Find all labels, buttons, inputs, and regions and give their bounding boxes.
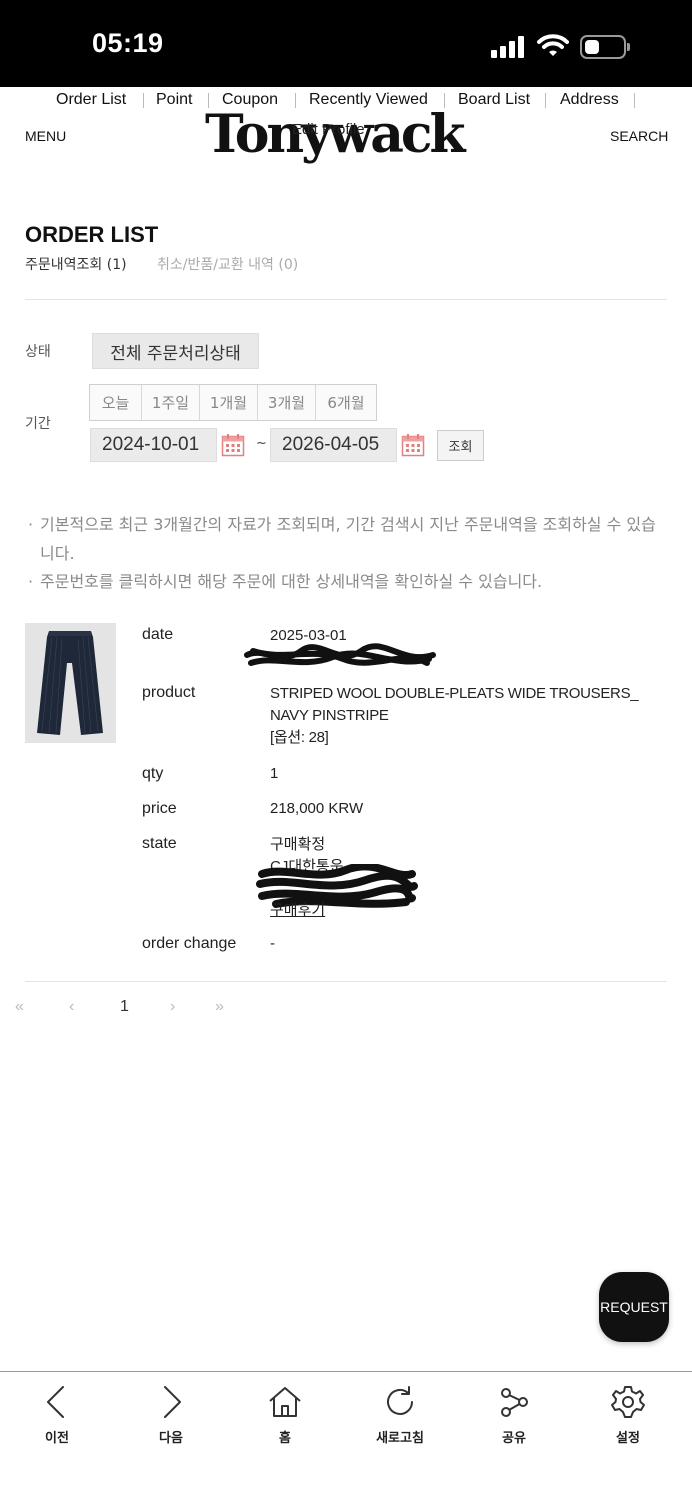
calendar-icon[interactable]	[221, 433, 245, 457]
page-number[interactable]: 1	[120, 998, 129, 1016]
order-date-value[interactable]: 2025-03-01	[270, 627, 347, 644]
last-page-button[interactable]: »	[215, 998, 224, 1016]
page-title: ORDER LIST	[25, 222, 159, 247]
search-orders-button[interactable]: 조회	[437, 430, 484, 461]
next-page-button[interactable]: ›	[170, 998, 175, 1016]
battery-icon	[580, 35, 630, 59]
nav-point[interactable]: Point	[156, 91, 192, 109]
range-1week-button[interactable]: 1주일	[142, 385, 200, 420]
tab-cancel-return-exchange[interactable]: 취소/반품/교환 내역 (0)	[157, 254, 298, 274]
calendar-icon[interactable]	[401, 433, 425, 457]
nav-address[interactable]: Address	[560, 91, 619, 109]
price-label: price	[142, 800, 177, 817]
product-label: product	[142, 684, 196, 701]
share-button[interactable]: 공유	[474, 1384, 554, 1446]
request-button[interactable]: REQUEST	[599, 1272, 669, 1342]
browser-bottom-bar: 이전 다음 홈 새로고침 공유 설정	[0, 1371, 692, 1500]
date-label: date	[142, 626, 174, 643]
forward-button[interactable]: 다음	[131, 1384, 211, 1446]
home-icon	[269, 1387, 301, 1417]
divider	[25, 981, 667, 982]
refresh-icon	[387, 1386, 413, 1415]
order-change-value: -	[270, 935, 275, 952]
signal-icon	[491, 36, 524, 58]
nav-edit-profile[interactable]: Edit Profile	[292, 121, 365, 138]
trousers-image	[25, 623, 116, 743]
nav-board-list[interactable]: Board List	[458, 91, 530, 109]
notice-item: · 기본적으로 최근 3개월간의 자료가 조회되며, 기간 검색시 지난 주문내…	[28, 510, 668, 568]
end-date-input[interactable]: 2026-04-05	[270, 428, 397, 462]
tab-order-history[interactable]: 주문내역조회 (1)	[25, 254, 127, 274]
write-review-link[interactable]: 구매후기	[270, 899, 325, 920]
gear-icon	[611, 1386, 645, 1418]
qty-value: 1	[270, 765, 279, 782]
share-icon	[501, 1388, 528, 1417]
home-button[interactable]: 홈	[245, 1384, 325, 1446]
nav-divider	[634, 93, 635, 108]
menu-button[interactable]: MENU	[25, 128, 66, 144]
refresh-button[interactable]: 새로고침	[360, 1384, 440, 1446]
product-name[interactable]: STRIPED WOOL DOUBLE-PLEATS WIDE TROUSERS…	[270, 683, 639, 749]
search-button[interactable]: SEARCH	[610, 128, 668, 144]
status-label: 상태	[25, 344, 51, 360]
range-6month-button[interactable]: 6개월	[316, 385, 376, 420]
order-state-value: 구매확정	[270, 836, 326, 853]
nav-divider	[545, 93, 546, 108]
period-label: 기간	[25, 416, 51, 432]
price-value: 218,000 KRW	[270, 800, 364, 817]
settings-button[interactable]: 설정	[588, 1384, 668, 1446]
range-1month-button[interactable]: 1개월	[200, 385, 258, 420]
start-date-input[interactable]: 2024-10-01	[90, 428, 217, 462]
state-label: state	[142, 835, 177, 852]
order-change-label: order change	[142, 935, 237, 952]
chevron-left-icon	[47, 1386, 64, 1418]
chevron-right-icon	[164, 1386, 181, 1418]
range-3month-button[interactable]: 3개월	[258, 385, 316, 420]
wifi-icon	[537, 34, 569, 56]
nav-divider	[143, 93, 144, 108]
order-status-select[interactable]: 전체 주문처리상태	[92, 333, 259, 369]
divider	[25, 299, 667, 300]
prev-page-button[interactable]: ‹	[69, 998, 74, 1016]
date-range-separator: ~	[256, 436, 267, 451]
status-bar: 05:19	[0, 0, 692, 87]
period-range-group: 오늘 1주일 1개월 3개월 6개월	[89, 384, 377, 421]
nav-order-list[interactable]: Order List	[56, 91, 126, 109]
first-page-button[interactable]: «	[15, 998, 24, 1016]
product-option: [옵션: 28]	[270, 729, 329, 746]
notice-text: 주문번호를 클릭하시면 해당 주문에 대한 상세내역을 확인하실 수 있습니다.	[40, 572, 543, 591]
back-button[interactable]: 이전	[17, 1384, 97, 1446]
qty-label: qty	[142, 765, 164, 782]
range-today-button[interactable]: 오늘	[90, 385, 142, 420]
notice-text: 기본적으로 최근 3개월간의 자료가 조회되며, 기간 검색시 지난 주문내역을…	[40, 515, 656, 563]
status-time: 05:19	[92, 28, 164, 58]
notice-item: · 주문번호를 클릭하시면 해당 주문에 대한 상세내역을 확인하실 수 있습니…	[28, 567, 668, 596]
redacted-scribble	[244, 643, 436, 666]
product-thumbnail[interactable]	[25, 623, 116, 743]
